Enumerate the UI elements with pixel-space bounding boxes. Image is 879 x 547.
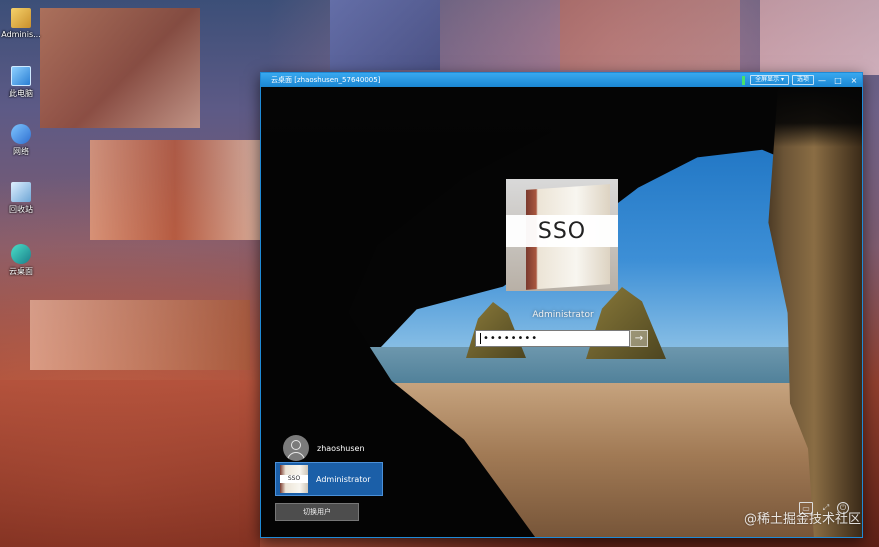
desktop-icon-cloud-desktop[interactable]: 云桌面 [2,244,40,277]
recycle-bin-icon [11,182,31,202]
submit-button[interactable]: → [630,330,648,347]
user-folder-icon [11,8,31,28]
user-avatar: SSO [506,179,618,291]
options-button[interactable]: 选项 [791,75,814,85]
user-icon [283,435,309,461]
desktop-icon-label: 网络 [13,147,29,156]
password-value: •••••••• [483,333,539,344]
desktop-icon-label: Adminis... [1,30,41,39]
desktop-icon-network[interactable]: 网络 [2,124,40,157]
watermark: @稀土掘金技术社区 [743,512,861,527]
text-caret [480,333,481,344]
desktop-icon-label: 此电脑 [9,89,33,98]
thumbnail-label: SSO [280,475,308,483]
maximize-button[interactable]: □ [830,73,846,87]
window-title: 云桌面 [zhaoshusen_57640005] [271,76,381,84]
cloud-desktop-icon [11,244,31,264]
display-mode-button[interactable]: 全屏显示 ▾ [750,75,789,85]
remote-desktop-window: 云桌面 [zhaoshusen_57640005] 全屏显示 ▾ 选项 — □ … [260,72,863,538]
connection-indicator [742,75,746,85]
desktop-icon-this-pc[interactable]: 此电脑 [2,66,40,99]
user-list-name: Administrator [316,474,371,484]
user-list-item-administrator[interactable]: SSO Administrator [275,462,383,496]
cave-ceiling [261,87,862,147]
window-titlebar[interactable]: 云桌面 [zhaoshusen_57640005] 全屏显示 ▾ 选项 — □ … [261,73,862,87]
desktop-icon-recycle-bin[interactable]: 回收站 [2,182,40,215]
user-thumbnail: SSO [280,465,308,493]
minimize-button[interactable]: — [814,73,830,87]
password-field[interactable]: •••••••• [475,330,630,347]
computer-icon [11,66,31,86]
desktop-icon-label: 云桌面 [9,267,33,276]
network-icon [11,124,31,144]
lock-screen: SSO Administrator •••••••• → zhaoshusen … [261,87,862,537]
close-button[interactable]: × [846,73,862,87]
desktop-icon-user-folder[interactable]: Adminis... [1,8,41,39]
avatar-label: SSO [506,215,618,247]
switch-user-button[interactable]: 切换用户 [275,503,359,521]
login-username: Administrator [532,310,594,320]
desktop-icon-label: 回收站 [9,205,33,214]
user-list-item-zhaoshusen[interactable]: zhaoshusen [275,432,383,464]
user-list-name: zhaoshusen [317,443,365,453]
